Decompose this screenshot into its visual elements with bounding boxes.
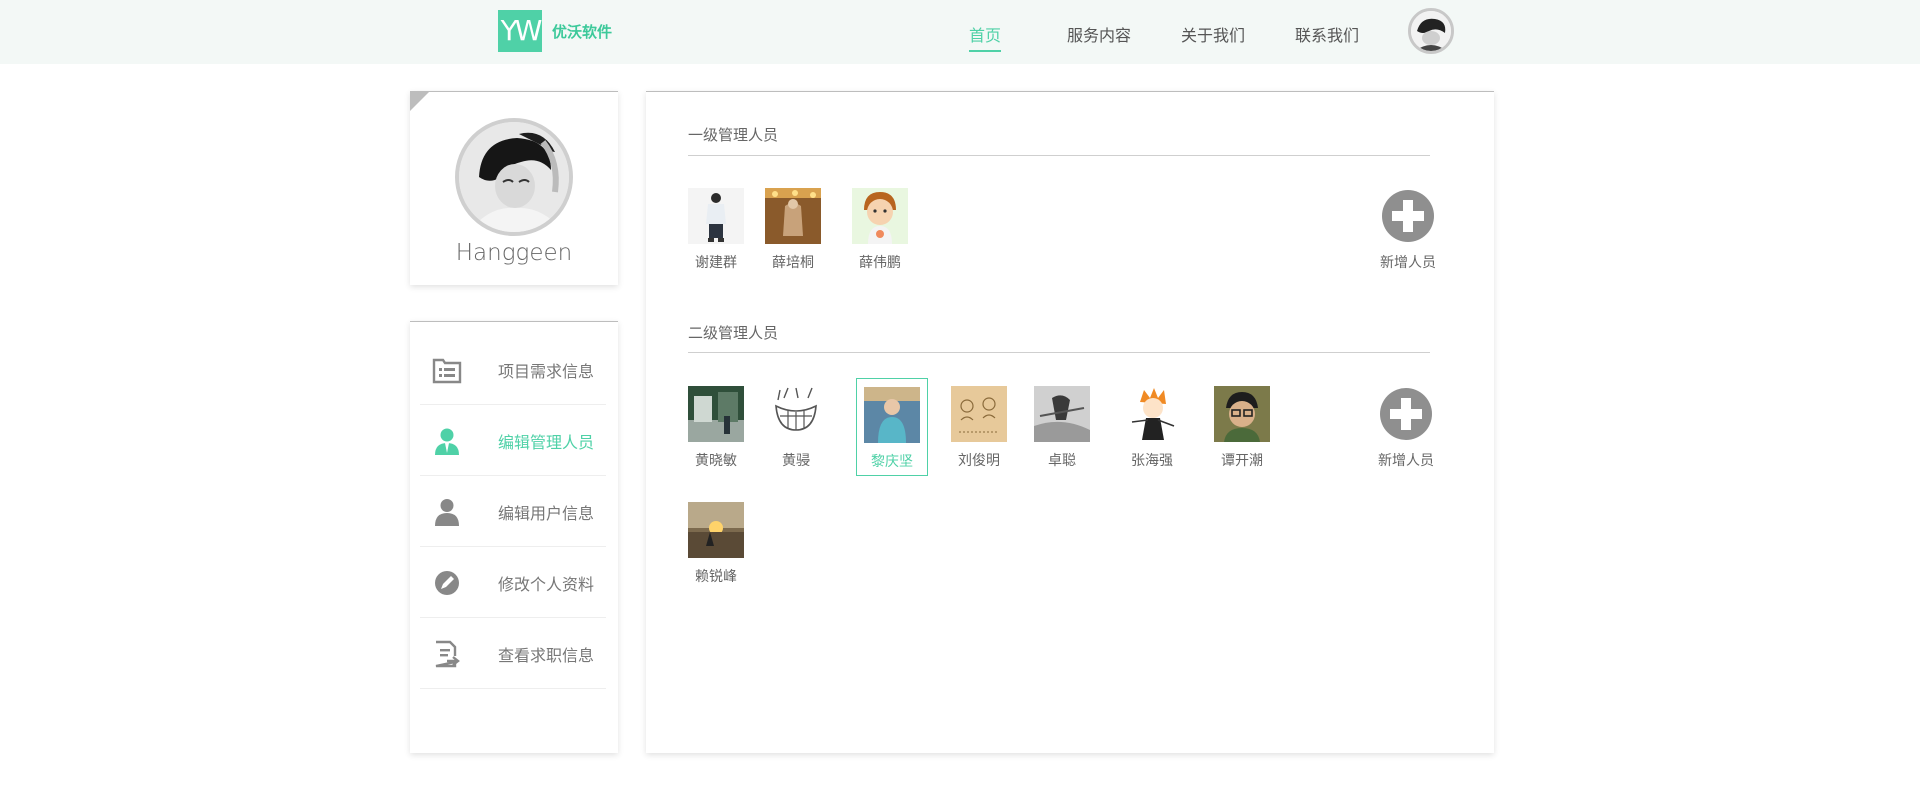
nav-home[interactable]: 首页 [969,22,1002,52]
logo-mark: YW [498,10,542,52]
corner-fold-decoration [410,92,429,111]
sidebar-item-label: 查看求职信息 [498,646,595,665]
member-photo [688,502,744,558]
edit-profile-icon [435,571,459,595]
member-photo [1214,386,1270,442]
user-avatar-menu[interactable] [1408,8,1454,54]
add-level2-member-button[interactable]: 新增人员 [1366,388,1446,476]
member-name: 薛培桐 [772,255,814,271]
manager-icon [435,428,459,455]
profile-photo [459,122,569,232]
level2-member[interactable]: 卓聪 [1026,378,1098,476]
member-photo [951,386,1007,442]
level1-divider [688,155,1430,156]
sidebar-menu: 项目需求信息 编辑管理人员 编辑用户信息 修改个人资料 查看求职信息 [410,321,618,753]
member-name: 赖锐峰 [695,569,737,585]
level1-title: 一级管理人员 [688,126,779,144]
brand-logo[interactable]: YW 优沃软件 [498,10,612,52]
project-list-icon [432,358,462,384]
level2-member[interactable]: 刘俊明 [943,378,1015,476]
member-photo [765,188,821,244]
level2-member[interactable]: 黄晓敏 [680,378,752,476]
level1-member[interactable]: 薛伟鹏 [844,180,916,278]
sidebar-item-label: 编辑管理人员 [498,433,595,452]
profile-card: Hanggeen [410,91,618,285]
plus-circle-icon [1380,388,1432,440]
level1-member[interactable]: 谢建群 [680,180,752,278]
nav-about[interactable]: 关于我们 [1181,22,1245,46]
add-member-label: 新增人员 [1380,255,1436,271]
member-name: 黎庆坚 [871,454,913,470]
member-photo [1034,386,1090,442]
level2-member[interactable]: 谭开潮 [1206,378,1278,476]
member-name: 张海强 [1131,453,1173,469]
member-photo [852,188,908,244]
avatar-photo [1411,11,1451,51]
sidebar-item-project-requirements[interactable]: 项目需求信息 [420,334,606,405]
sidebar-item-label: 编辑用户信息 [498,504,595,523]
sidebar-item-edit-profile[interactable]: 修改个人资料 [420,547,606,618]
user-icon [435,499,459,526]
member-photo [688,386,744,442]
level2-title: 二级管理人员 [688,324,779,342]
profile-avatar [455,118,573,236]
sidebar-item-job-info[interactable]: 查看求职信息 [420,618,606,689]
member-name: 黄骎 [782,453,810,469]
level2-member-selected[interactable]: 黎庆坚 [856,378,928,476]
sidebar-item-label: 项目需求信息 [498,362,595,381]
nav-contact[interactable]: 联系我们 [1295,22,1359,46]
add-level1-member-button[interactable]: 新增人员 [1368,190,1448,278]
member-photo [768,386,824,442]
nav-services[interactable]: 服务内容 [1067,22,1131,46]
member-photo [688,188,744,244]
top-navigation-bar: YW 优沃软件 首页 服务内容 关于我们 联系我们 [0,0,1920,64]
plus-circle-icon [1382,190,1434,242]
member-name: 薛伟鹏 [859,255,901,271]
sidebar-item-edit-users[interactable]: 编辑用户信息 [420,476,606,547]
profile-username: Hanggeen [455,240,573,266]
level2-member[interactable]: 赖锐峰 [680,494,752,592]
member-name: 黄晓敏 [695,453,737,469]
add-member-label: 新增人员 [1378,453,1434,469]
level2-member[interactable]: 张海强 [1116,378,1188,476]
level2-divider [688,352,1430,353]
member-photo [864,387,920,443]
member-name: 卓聪 [1048,453,1076,469]
manager-panel: 一级管理人员 谢建群 薛培桐 薛伟鹏 新增人员 二级管理人员 黄晓敏 黄骎 黎庆… [646,91,1494,753]
member-photo [1124,386,1180,442]
level1-member[interactable]: 薛培桐 [757,180,829,278]
job-document-icon [435,640,460,668]
member-name: 谭开潮 [1221,453,1263,469]
member-name: 谢建群 [695,255,737,271]
member-name: 刘俊明 [958,453,1000,469]
level2-member[interactable]: 黄骎 [760,378,832,476]
sidebar-item-edit-managers[interactable]: 编辑管理人员 [420,405,606,476]
sidebar-item-label: 修改个人资料 [498,575,595,594]
brand-name: 优沃软件 [552,22,613,41]
